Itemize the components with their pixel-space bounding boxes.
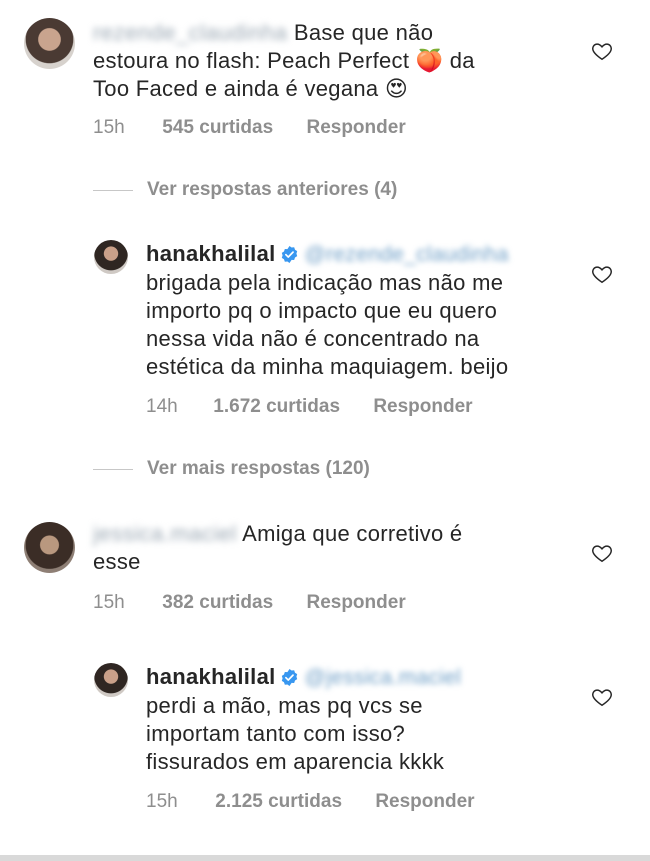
- comment-text: jessica.maciel Amiga que corretivo é ess…: [93, 521, 463, 574]
- likes-count[interactable]: 1.672 curtidas: [213, 396, 340, 418]
- reply-time: 14h: [146, 396, 178, 417]
- view-more-replies[interactable]: Ver mais respostas (120): [93, 458, 370, 480]
- avatar[interactable]: [24, 522, 75, 573]
- reply-button[interactable]: Responder: [373, 396, 472, 418]
- reply-time: 15h: [146, 791, 178, 812]
- reply-button[interactable]: Responder: [306, 592, 405, 614]
- reply-button[interactable]: Responder: [306, 117, 405, 139]
- reply-button[interactable]: Responder: [375, 791, 474, 813]
- likes-count[interactable]: 2.125 curtidas: [215, 791, 342, 813]
- comment-text: rezende_claudinha Base que não estoura n…: [93, 20, 475, 101]
- likes-count[interactable]: 382 curtidas: [162, 592, 273, 614]
- divider: [93, 468, 133, 470]
- reply-text: hanakhalilal @jessica.maciel perdi a mão,…: [146, 664, 462, 774]
- bottom-divider: [0, 855, 650, 861]
- avatar[interactable]: [24, 18, 75, 69]
- comment-username[interactable]: rezende_claudinha: [93, 20, 287, 45]
- comment-time: 15h: [93, 592, 125, 613]
- avatar[interactable]: [94, 240, 128, 274]
- divider: [93, 189, 133, 191]
- reply-meta: 14h 1.672 curtidas Responder: [146, 396, 473, 418]
- avatar[interactable]: [94, 663, 128, 697]
- reply-username[interactable]: hanakhalilal: [146, 241, 276, 266]
- like-heart-icon[interactable]: [591, 686, 613, 708]
- likes-count[interactable]: 545 curtidas: [162, 117, 273, 139]
- comment-time: 15h: [93, 117, 125, 138]
- verified-badge-icon: [281, 668, 297, 687]
- reply-username[interactable]: hanakhalilal: [146, 664, 276, 689]
- mention-link[interactable]: @rezende_claudinha: [305, 241, 509, 269]
- like-heart-icon[interactable]: [591, 263, 613, 285]
- comment-meta: 15h 545 curtidas Responder: [93, 117, 406, 139]
- comment-username[interactable]: jessica.maciel: [93, 521, 237, 546]
- reply-meta: 15h 2.125 curtidas Responder: [146, 791, 475, 813]
- like-heart-icon[interactable]: [591, 40, 613, 62]
- like-heart-icon[interactable]: [591, 542, 613, 564]
- comment-meta: 15h 382 curtidas Responder: [93, 592, 406, 614]
- view-previous-replies[interactable]: Ver respostas anteriores (4): [93, 179, 397, 201]
- verified-badge-icon: [281, 245, 297, 264]
- mention-link[interactable]: @jessica.maciel: [305, 664, 462, 692]
- reply-text: hanakhalilal @rezende_claudinha brigada p…: [146, 241, 509, 379]
